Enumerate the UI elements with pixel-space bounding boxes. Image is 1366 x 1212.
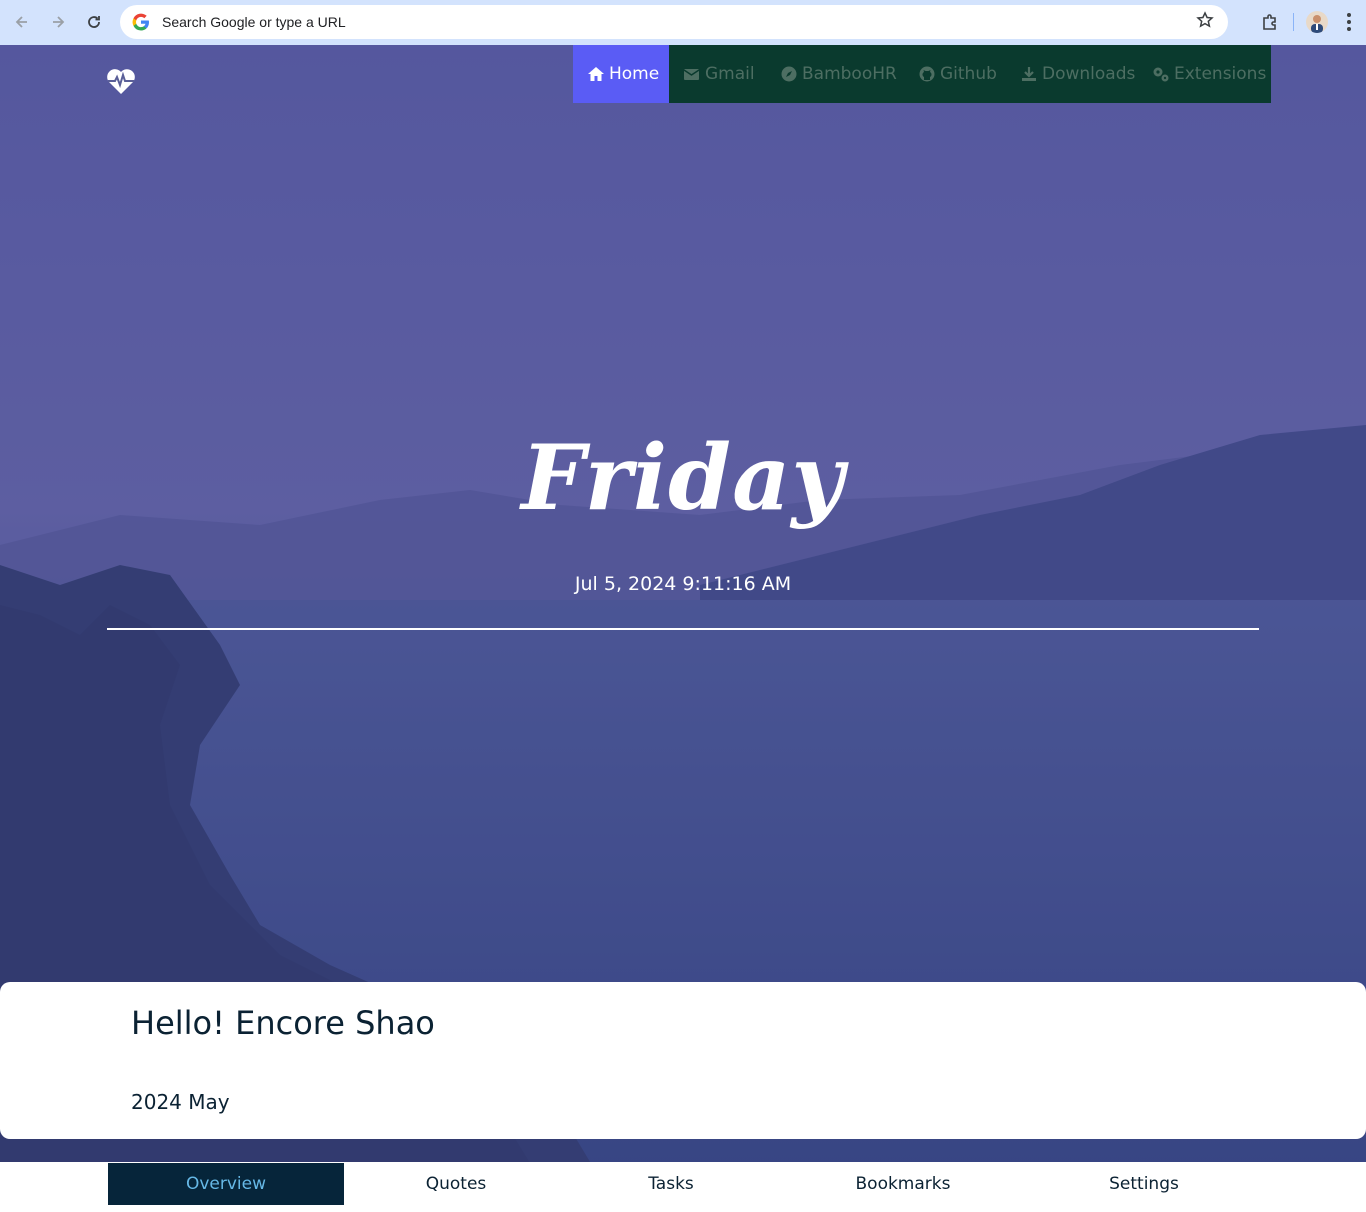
nav-home-label: Home	[609, 64, 660, 84]
mail-icon	[683, 65, 701, 83]
tab-tasks[interactable]: Tasks	[571, 1163, 771, 1205]
welcome-card: Hello! Encore Shao 2024 May	[0, 982, 1366, 1139]
nav-downloads-label: Downloads	[1042, 64, 1136, 84]
nav-github[interactable]: Github	[904, 45, 1006, 103]
day-of-week-heading: Friday	[521, 425, 845, 531]
gears-icon	[1152, 65, 1170, 83]
toolbar-divider	[1293, 13, 1294, 31]
chrome-menu-icon[interactable]	[1340, 11, 1358, 33]
month-label: 2024 May	[131, 1090, 230, 1114]
compass-icon	[780, 65, 798, 83]
forward-icon[interactable]	[40, 4, 76, 40]
nav-gmail[interactable]: Gmail	[669, 45, 766, 103]
bookmark-star-icon[interactable]	[1196, 11, 1214, 34]
nav-extensions-label: Extensions	[1174, 64, 1267, 84]
download-icon	[1020, 65, 1038, 83]
hero-divider	[107, 628, 1259, 630]
omnibox-placeholder: Search Google or type a URL	[162, 14, 346, 30]
heartbeat-logo-icon[interactable]	[106, 67, 136, 95]
current-datetime: Jul 5, 2024 9:11:16 AM	[574, 573, 792, 595]
nav-extensions[interactable]: Extensions	[1138, 45, 1271, 103]
nav-bamboohr-label: BambooHR	[802, 64, 897, 84]
hero-background: Home Gmail BambooHR Github Downloads Ext…	[0, 45, 1366, 1212]
nav-downloads[interactable]: Downloads	[1006, 45, 1138, 103]
bottom-tab-bar: Overview Quotes Tasks Bookmarks Settings	[0, 1162, 1366, 1212]
github-icon	[918, 65, 936, 83]
greeting-heading: Hello! Encore Shao	[131, 1004, 435, 1042]
home-icon	[587, 65, 605, 83]
reload-icon[interactable]	[76, 4, 112, 40]
tab-quotes[interactable]: Quotes	[356, 1163, 556, 1205]
profile-avatar[interactable]	[1306, 11, 1328, 33]
top-navigation: Home Gmail BambooHR Github Downloads Ext…	[573, 45, 1271, 103]
tab-bookmarks[interactable]: Bookmarks	[790, 1163, 1016, 1205]
nav-bamboohr[interactable]: BambooHR	[766, 45, 904, 103]
extensions-puzzle-icon[interactable]	[1259, 11, 1281, 33]
tab-settings[interactable]: Settings	[1044, 1163, 1244, 1205]
browser-toolbar: Search Google or type a URL	[0, 0, 1366, 45]
nav-gmail-label: Gmail	[705, 64, 755, 84]
tab-overview[interactable]: Overview	[108, 1163, 344, 1205]
nav-home[interactable]: Home	[573, 45, 669, 103]
address-bar[interactable]: Search Google or type a URL	[120, 5, 1228, 39]
google-icon	[132, 13, 150, 31]
nav-github-label: Github	[940, 64, 997, 84]
back-icon[interactable]	[4, 4, 40, 40]
